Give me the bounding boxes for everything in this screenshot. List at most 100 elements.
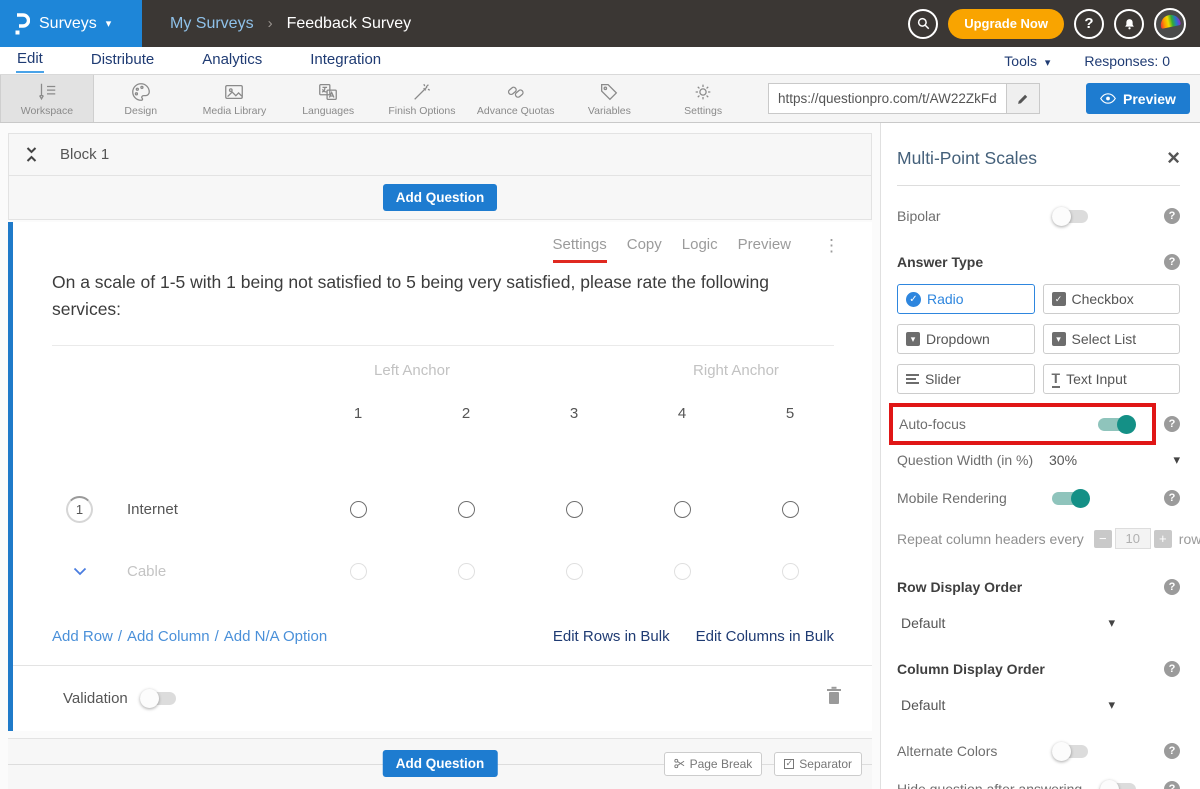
add-question-button-bottom[interactable]: Add Question bbox=[383, 750, 498, 777]
row-label-internet[interactable]: Internet bbox=[127, 501, 178, 518]
toolbar-item-advance-quotas[interactable]: Advance Quotas bbox=[469, 75, 563, 122]
edit-columns-bulk-link[interactable]: Edit Columns in Bulk bbox=[696, 628, 834, 645]
help-icon[interactable]: ? bbox=[1164, 743, 1180, 759]
question-footer: Add Question Page Break ✓ Separator bbox=[8, 738, 872, 789]
left-anchor-input[interactable]: Left Anchor bbox=[304, 362, 520, 379]
question-text[interactable]: On a scale of 1-5 with 1 being not satis… bbox=[52, 269, 822, 323]
bipolar-toggle[interactable] bbox=[1052, 210, 1088, 223]
column-display-order-value: Default bbox=[901, 697, 945, 713]
question-width-value[interactable]: 30% bbox=[1049, 452, 1173, 468]
help-icon[interactable]: ? bbox=[1164, 490, 1180, 506]
edit-rows-bulk-link[interactable]: Edit Rows in Bulk bbox=[553, 628, 670, 645]
help-icon[interactable]: ? bbox=[1164, 254, 1180, 270]
avatar[interactable] bbox=[1154, 8, 1186, 40]
help-icon[interactable]: ? bbox=[1164, 661, 1180, 677]
row-display-order-select[interactable]: Default ▾ bbox=[897, 615, 1115, 631]
breadcrumb-my-surveys[interactable]: My Surveys bbox=[170, 15, 254, 33]
separator-button[interactable]: ✓ Separator bbox=[774, 752, 862, 776]
dropdown-icon: ▾ bbox=[906, 332, 920, 346]
preview-button[interactable]: Preview bbox=[1086, 83, 1190, 114]
add-column-link[interactable]: Add Column bbox=[127, 628, 210, 645]
tab-integration[interactable]: Integration bbox=[309, 49, 382, 72]
toolbar-item-design[interactable]: Design bbox=[94, 75, 188, 122]
row-number-badge[interactable]: 1 bbox=[66, 496, 93, 523]
help-button[interactable]: ? bbox=[1074, 9, 1104, 39]
help-icon[interactable]: ? bbox=[1164, 416, 1180, 432]
radio-button[interactable] bbox=[782, 501, 799, 518]
close-icon[interactable]: × bbox=[1167, 147, 1180, 169]
add-question-button-top[interactable]: Add Question bbox=[383, 184, 498, 211]
toolbar-item-languages[interactable]: Languages bbox=[281, 75, 375, 122]
radio-button[interactable] bbox=[350, 563, 367, 580]
question-settings-panel: Multi-Point Scales × Bipolar ? Answer Ty… bbox=[880, 123, 1200, 789]
answer-type-slider[interactable]: Slider bbox=[897, 364, 1035, 394]
question-tab-settings[interactable]: Settings bbox=[553, 236, 607, 263]
matrix-row-internet: 1 Internet bbox=[52, 496, 854, 523]
row-expand-control[interactable] bbox=[66, 567, 93, 576]
question-tab-copy[interactable]: Copy bbox=[627, 236, 662, 260]
decrement-button[interactable]: − bbox=[1094, 530, 1112, 548]
app-menu[interactable]: Surveys ▾ bbox=[0, 0, 142, 47]
help-icon[interactable]: ? bbox=[1164, 579, 1180, 595]
responses-count[interactable]: Responses: 0 bbox=[1084, 53, 1170, 69]
answer-type-text-input[interactable]: T Text Input bbox=[1043, 364, 1181, 394]
add-row-link[interactable]: Add Row bbox=[52, 628, 113, 645]
column-header-1[interactable]: 1 bbox=[304, 405, 412, 422]
increment-button[interactable]: + bbox=[1154, 530, 1172, 548]
delete-question-button[interactable] bbox=[826, 686, 842, 710]
answer-type-radio[interactable]: ✓ Radio bbox=[897, 284, 1035, 314]
radio-button[interactable] bbox=[458, 563, 475, 580]
row-label-cable[interactable]: Cable bbox=[127, 563, 166, 580]
mobile-rendering-toggle[interactable] bbox=[1052, 492, 1088, 505]
edit-url-button[interactable] bbox=[1006, 83, 1040, 114]
toolbar-item-settings[interactable]: Settings bbox=[656, 75, 750, 122]
answer-type-dropdown[interactable]: ▾ Dropdown bbox=[897, 324, 1035, 354]
upgrade-now-button[interactable]: Upgrade Now bbox=[948, 9, 1064, 39]
radio-button[interactable] bbox=[458, 501, 475, 518]
answer-type-checkbox[interactable]: ✓ Checkbox bbox=[1043, 284, 1181, 314]
help-icon[interactable]: ? bbox=[1164, 208, 1180, 224]
toolbar-item-workspace[interactable]: Workspace bbox=[0, 75, 94, 122]
tab-edit[interactable]: Edit bbox=[16, 48, 44, 73]
question-divider bbox=[52, 345, 834, 346]
column-display-order-select[interactable]: Default ▾ bbox=[897, 697, 1115, 713]
repeat-headers-value[interactable] bbox=[1115, 528, 1151, 549]
tag-icon bbox=[598, 81, 620, 103]
help-icon[interactable]: ? bbox=[1164, 781, 1180, 789]
radio-button[interactable] bbox=[350, 501, 367, 518]
column-header-5[interactable]: 5 bbox=[736, 405, 844, 422]
search-icon bbox=[916, 16, 931, 31]
survey-url-input[interactable] bbox=[768, 83, 1006, 114]
tab-distribute[interactable]: Distribute bbox=[90, 49, 155, 72]
block-title[interactable]: Block 1 bbox=[60, 146, 109, 163]
caret-down-icon[interactable]: ▾ bbox=[1173, 452, 1180, 468]
auto-focus-toggle[interactable] bbox=[1098, 418, 1134, 431]
column-header-4[interactable]: 4 bbox=[628, 405, 736, 422]
tools-dropdown[interactable]: Tools ▾ bbox=[1004, 53, 1050, 69]
radio-button[interactable] bbox=[674, 501, 691, 518]
tab-analytics[interactable]: Analytics bbox=[201, 49, 263, 72]
column-header-2[interactable]: 2 bbox=[412, 405, 520, 422]
page-break-button[interactable]: Page Break bbox=[664, 752, 763, 776]
notifications-button[interactable] bbox=[1114, 9, 1144, 39]
toolbar-item-variables[interactable]: Variables bbox=[563, 75, 657, 122]
answer-type-select-list[interactable]: ▾ Select List bbox=[1043, 324, 1181, 354]
radio-button[interactable] bbox=[566, 501, 583, 518]
more-options-icon[interactable]: ⋮ bbox=[823, 236, 840, 256]
collapse-block-icon[interactable] bbox=[25, 146, 38, 163]
validation-toggle[interactable] bbox=[140, 692, 176, 705]
question-tab-logic[interactable]: Logic bbox=[682, 236, 718, 260]
toolbar-item-finish-options[interactable]: Finish Options bbox=[375, 75, 469, 122]
radio-button[interactable] bbox=[782, 563, 799, 580]
toolbar-item-media-library[interactable]: Media Library bbox=[188, 75, 282, 122]
search-button[interactable] bbox=[908, 9, 938, 39]
radio-button[interactable] bbox=[566, 563, 583, 580]
column-header-3[interactable]: 3 bbox=[520, 405, 628, 422]
question-tab-preview[interactable]: Preview bbox=[738, 236, 791, 260]
right-anchor-input[interactable]: Right Anchor bbox=[628, 362, 844, 379]
radio-button[interactable] bbox=[674, 563, 691, 580]
hide-question-toggle[interactable] bbox=[1100, 783, 1136, 789]
alternate-colors-toggle[interactable] bbox=[1052, 745, 1088, 758]
add-na-option-link[interactable]: Add N/A Option bbox=[224, 628, 327, 645]
row-display-order-header: Row Display Order ? bbox=[897, 579, 1180, 595]
